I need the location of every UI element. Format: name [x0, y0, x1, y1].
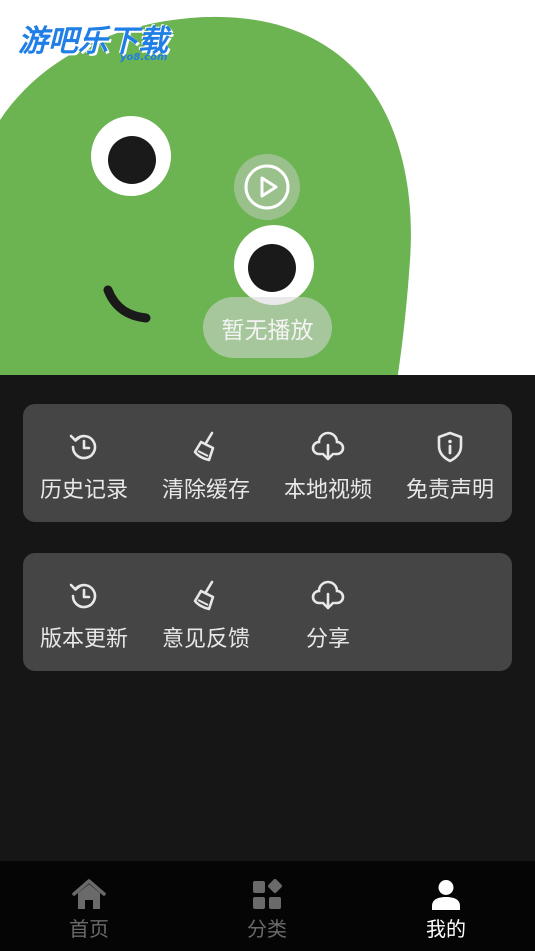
tab-label: 首页 [69, 917, 109, 941]
tab-label: 分类 [247, 917, 287, 941]
video-player-area[interactable]: 游吧乐下载 yo8.com 暂无播放 [0, 0, 535, 375]
menu-item-label: 历史记录 [39, 478, 128, 503]
play-button[interactable] [234, 154, 300, 220]
shield-info-icon [433, 430, 467, 464]
tab-label: 我的 [426, 917, 466, 941]
menu-card-primary: 历史记录 清除缓存 本地视频 免责声明 [23, 404, 512, 522]
menu-card-secondary: 版本更新 意见反馈 分享 [23, 553, 512, 671]
bottom-tab-bar: 首页 分类 我的 [0, 861, 535, 951]
menu-item-disclaimer[interactable]: 免责声明 [389, 404, 511, 522]
menu-item-share[interactable]: 分享 [267, 553, 389, 671]
category-icon [250, 879, 284, 911]
home-icon [72, 879, 106, 911]
menu-item-clear-cache[interactable]: 清除缓存 [145, 404, 267, 522]
menu-item-label: 分享 [305, 627, 350, 652]
no-playback-badge: 暂无播放 [203, 297, 332, 358]
menu-item-label: 版本更新 [39, 627, 128, 652]
watermark-domain: yo8.com [120, 52, 168, 63]
menu-item-local-video[interactable]: 本地视频 [267, 404, 389, 522]
broom-icon [189, 579, 223, 613]
menu-item-feedback[interactable]: 意见反馈 [145, 553, 267, 671]
menu-item-history[interactable]: 历史记录 [23, 404, 145, 522]
history-icon [67, 430, 101, 464]
menu-item-label: 清除缓存 [161, 478, 250, 503]
cloud-download-icon [311, 579, 345, 613]
history-icon [67, 579, 101, 613]
broom-icon [189, 430, 223, 464]
menu-item-label: 本地视频 [283, 478, 372, 503]
tab-category[interactable]: 分类 [178, 861, 356, 951]
menu-item-label: 免责声明 [405, 478, 494, 503]
tab-mine[interactable]: 我的 [357, 861, 535, 951]
user-icon [429, 879, 463, 911]
tab-home[interactable]: 首页 [0, 861, 178, 951]
menu-item-label: 意见反馈 [161, 627, 250, 652]
cloud-download-icon [311, 430, 345, 464]
menu-item-version-update[interactable]: 版本更新 [23, 553, 145, 671]
play-icon [244, 164, 290, 210]
